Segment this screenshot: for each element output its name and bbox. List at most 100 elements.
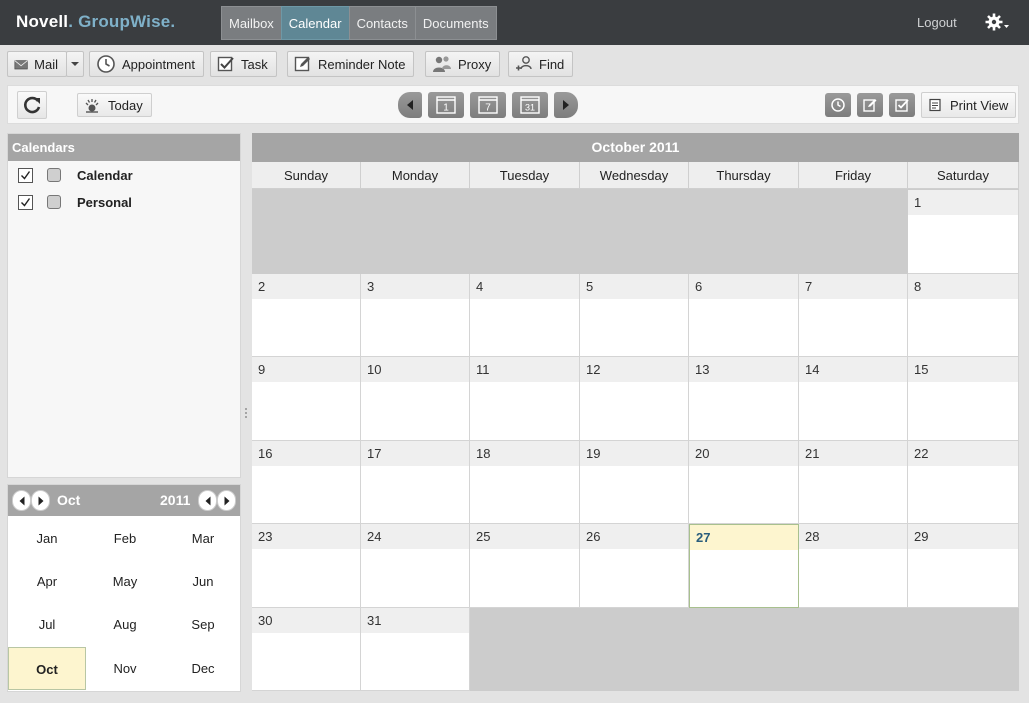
proxy-label: Proxy — [458, 56, 492, 72]
month-cell[interactable]: Feb — [86, 517, 164, 560]
drag-dots-icon — [245, 408, 247, 418]
day-number: 28 — [799, 524, 907, 549]
tab-mailbox[interactable]: Mailbox — [221, 6, 282, 40]
proxy-button[interactable]: Proxy — [425, 51, 501, 77]
tab-documents[interactable]: Documents — [414, 6, 497, 40]
new-task-quick-button[interactable] — [889, 93, 915, 117]
month-cell[interactable]: Dec — [164, 647, 242, 690]
mini-picker-month: Oct — [57, 492, 81, 508]
day-cell[interactable]: 12 — [580, 357, 689, 441]
day-number: 13 — [689, 357, 798, 382]
brand-dot-end: . — [170, 12, 176, 31]
prev-month-button[interactable] — [12, 490, 31, 511]
top-bar: Novell. GroupWise. Mailbox Calendar Cont… — [0, 0, 1029, 45]
previous-period-button[interactable] — [398, 92, 422, 118]
day-number: 7 — [799, 274, 907, 299]
day-cell[interactable]: 22 — [908, 441, 1019, 524]
find-button[interactable]: Find — [508, 51, 574, 77]
day-cell[interactable]: 6 — [689, 274, 799, 357]
brand-novell: Novell — [16, 12, 69, 31]
month-cell[interactable]: Jul — [8, 603, 86, 646]
mail-dropdown-button[interactable] — [66, 51, 84, 77]
personal-checkbox[interactable] — [18, 194, 33, 210]
day-cell[interactable]: 5 — [580, 274, 689, 357]
new-note-quick-button[interactable] — [857, 93, 883, 117]
day-cell[interactable]: 15 — [908, 357, 1019, 441]
personal-calendar-name[interactable]: Personal — [77, 195, 132, 210]
month-cell[interactable]: Apr — [8, 560, 86, 603]
day-cell[interactable]: 1 — [908, 190, 1019, 274]
day-cell[interactable]: 11 — [470, 357, 580, 441]
month-cell[interactable]: Oct — [8, 647, 86, 690]
action-toolbar: Mail Appointment Task Reminder Note Prox… — [0, 45, 1029, 83]
calendar-checkbox[interactable] — [18, 167, 33, 183]
next-month-button[interactable] — [31, 490, 50, 511]
new-appointment-quick-button[interactable] — [825, 93, 851, 117]
reminder-note-button[interactable]: Reminder Note — [287, 51, 415, 77]
task-button[interactable]: Task — [210, 51, 277, 77]
month-cell[interactable]: Mar — [164, 517, 242, 560]
day-cell[interactable]: 8 — [908, 274, 1019, 357]
today-button[interactable]: Today — [77, 93, 152, 117]
day-number: 30 — [252, 608, 360, 633]
day-cell[interactable]: 14 — [799, 357, 908, 441]
tab-calendar[interactable]: Calendar — [280, 6, 350, 40]
appointment-button[interactable]: Appointment — [89, 51, 204, 77]
tab-contacts[interactable]: Contacts — [348, 6, 416, 40]
day-cell[interactable]: 7 — [799, 274, 908, 357]
day-number: 27 — [690, 525, 798, 550]
prev-year-button[interactable] — [198, 490, 217, 511]
refresh-button[interactable] — [17, 91, 47, 119]
next-period-button[interactable] — [554, 92, 578, 118]
day-cell[interactable]: 30 — [252, 608, 361, 691]
logout-link[interactable]: Logout — [917, 15, 957, 30]
day-cell[interactable]: 18 — [470, 441, 580, 524]
mail-button[interactable]: Mail — [7, 51, 67, 77]
day-cell[interactable]: 28 — [799, 524, 908, 608]
calendar-name[interactable]: Calendar — [77, 168, 133, 183]
month-cell[interactable]: Sep — [164, 603, 242, 646]
day-view-button[interactable]: 1 — [428, 92, 464, 118]
day-cell[interactable]: 16 — [252, 441, 361, 524]
day-cell[interactable]: 31 — [361, 608, 470, 691]
week-view-button[interactable]: 7 — [470, 92, 506, 118]
print-view-button[interactable]: Print View — [921, 92, 1016, 118]
month-cell[interactable]: Jun — [164, 560, 242, 603]
day-cell[interactable]: 29 — [908, 524, 1019, 608]
day-cell[interactable]: 25 — [470, 524, 580, 608]
day-cell[interactable]: 10 — [361, 357, 470, 441]
day-cell[interactable]: 9 — [252, 357, 361, 441]
day-cell[interactable]: 23 — [252, 524, 361, 608]
month-cell[interactable]: Aug — [86, 603, 164, 646]
panel-splitter-handle[interactable] — [244, 405, 248, 423]
calendar-nav-toolbar: Today 1 7 31 Print View — [7, 85, 1019, 124]
arrow-left-icon — [19, 496, 24, 505]
next-year-button[interactable] — [217, 490, 236, 511]
calendar-list-item: Calendar — [8, 165, 240, 185]
month-cell[interactable]: Jan — [8, 517, 86, 560]
day-cell[interactable]: 26 — [580, 524, 689, 608]
brand-dot: . — [68, 12, 74, 31]
gear-icon[interactable] — [984, 11, 1010, 33]
month-view-button[interactable]: 31 — [512, 92, 548, 118]
day-cell[interactable]: 4 — [470, 274, 580, 357]
day-cell[interactable]: 21 — [799, 441, 908, 524]
day-cell[interactable]: 13 — [689, 357, 799, 441]
calendar-color-swatch[interactable] — [47, 168, 61, 182]
day-cell[interactable]: 19 — [580, 441, 689, 524]
day-cell[interactable]: 2 — [252, 274, 361, 357]
month-view: October 2011 Sunday Monday Tuesday Wednesda… — [252, 133, 1019, 691]
day-cell[interactable]: 24 — [361, 524, 470, 608]
day-cell[interactable]: 3 — [361, 274, 470, 357]
month-cell[interactable]: Nov — [86, 647, 164, 690]
personal-color-swatch[interactable] — [47, 195, 61, 209]
day-cell-today[interactable]: 27 — [689, 524, 799, 608]
month-cell[interactable]: May — [86, 560, 164, 603]
weekday-header: Wednesday — [580, 162, 689, 189]
day-number: 17 — [361, 441, 469, 466]
mini-month-picker: Oct 2011 Jan Feb Mar Apr May Jun Jul Aug Sep Oct N… — [7, 484, 241, 692]
day-cell[interactable]: 17 — [361, 441, 470, 524]
day-number: 18 — [470, 441, 579, 466]
day-number: 22 — [908, 441, 1018, 466]
day-cell[interactable]: 20 — [689, 441, 799, 524]
